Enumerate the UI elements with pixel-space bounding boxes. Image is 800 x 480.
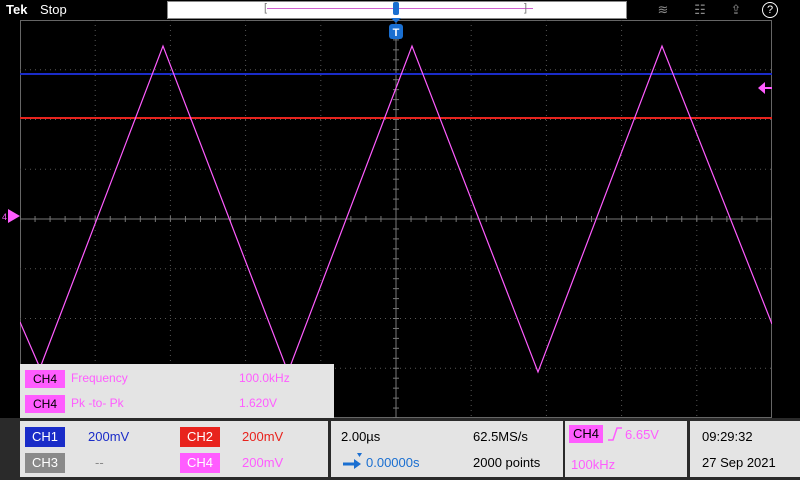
clock-time: 09:29:32 <box>702 429 753 444</box>
measurement-value: 1.620V <box>239 396 278 410</box>
ch3-tag[interactable]: CH3 <box>25 453 65 473</box>
record-bracket-left: [ <box>264 2 268 14</box>
measurement-name: Frequency <box>71 371 128 385</box>
wifi-icon[interactable]: ≋ <box>655 2 671 18</box>
ch4-scale: 200mV <box>242 455 284 470</box>
record-length: 2000 points <box>473 455 541 470</box>
ch4-ground-marker[interactable]: 4 <box>0 209 20 223</box>
trigger-position-marker[interactable]: T <box>389 18 403 40</box>
ch4-ground-label: 4 <box>2 212 7 222</box>
measurement-row-frequency[interactable]: CH4 Frequency 100.0kHz <box>25 369 330 389</box>
clock-date: 27 Sep 2021 <box>702 455 776 470</box>
bottom-status-bar: CH1 200mV CH2 200mV CH3 -- CH4 200mV 2.0… <box>0 418 800 480</box>
graticule-grid <box>20 20 772 418</box>
trigger-frequency: 100kHz <box>571 457 616 472</box>
trigger-level-marker[interactable] <box>758 82 772 94</box>
waveform-graticule[interactable] <box>20 20 772 418</box>
ch2-scale: 200mV <box>242 429 284 444</box>
network-icon[interactable]: ☷ <box>692 2 708 18</box>
status-bar: Tek Stop [ ] ≋ ☷ ⇪ ? <box>0 0 800 20</box>
svg-text:T: T <box>393 27 400 39</box>
measurement-name: Pk -to- Pk <box>71 396 124 410</box>
ch1-scale: 200mV <box>88 429 130 444</box>
horizontal-panel[interactable]: 2.00µs 62.5MS/s 0.00000s 2000 points <box>331 421 563 477</box>
acquisition-status[interactable]: Stop <box>40 2 67 17</box>
measurement-panel[interactable]: CH4 Frequency 100.0kHz CH4 Pk -to- Pk 1.… <box>20 364 334 418</box>
time-per-div: 2.00µs <box>341 429 381 444</box>
help-icon[interactable]: ? <box>762 2 778 18</box>
usb-drive-icon[interactable]: ⇪ <box>728 2 744 18</box>
rising-edge-icon <box>608 427 622 441</box>
trigger-panel[interactable]: CH4 6.65V 100kHz <box>565 421 687 477</box>
record-trigger-marker <box>393 2 399 15</box>
measurement-source-tag: CH4 <box>25 370 65 388</box>
horizontal-position-icon <box>343 453 362 469</box>
ch4-tag[interactable]: CH4 <box>180 453 220 473</box>
record-waveform-strip <box>267 8 533 9</box>
channel-panel[interactable]: CH1 200mV CH2 200mV CH3 -- CH4 200mV <box>20 421 328 477</box>
measurement-row-pk-pk[interactable]: CH4 Pk -to- Pk 1.620V <box>25 394 330 414</box>
record-bracket-right: ] <box>524 2 528 14</box>
measurement-source-tag: CH4 <box>25 395 65 413</box>
measurement-value: 100.0kHz <box>239 371 290 385</box>
clock-panel[interactable]: 09:29:32 27 Sep 2021 <box>690 421 800 477</box>
ch1-tag[interactable]: CH1 <box>25 427 65 447</box>
horizontal-position: 0.00000s <box>366 455 420 470</box>
trigger-source-tag: CH4 <box>569 425 603 443</box>
sample-rate: 62.5MS/s <box>473 429 528 444</box>
trigger-level: 6.65V <box>625 427 659 442</box>
ch3-scale: -- <box>95 455 104 470</box>
brand-logo: Tek <box>6 2 28 17</box>
ch2-tag[interactable]: CH2 <box>180 427 220 447</box>
